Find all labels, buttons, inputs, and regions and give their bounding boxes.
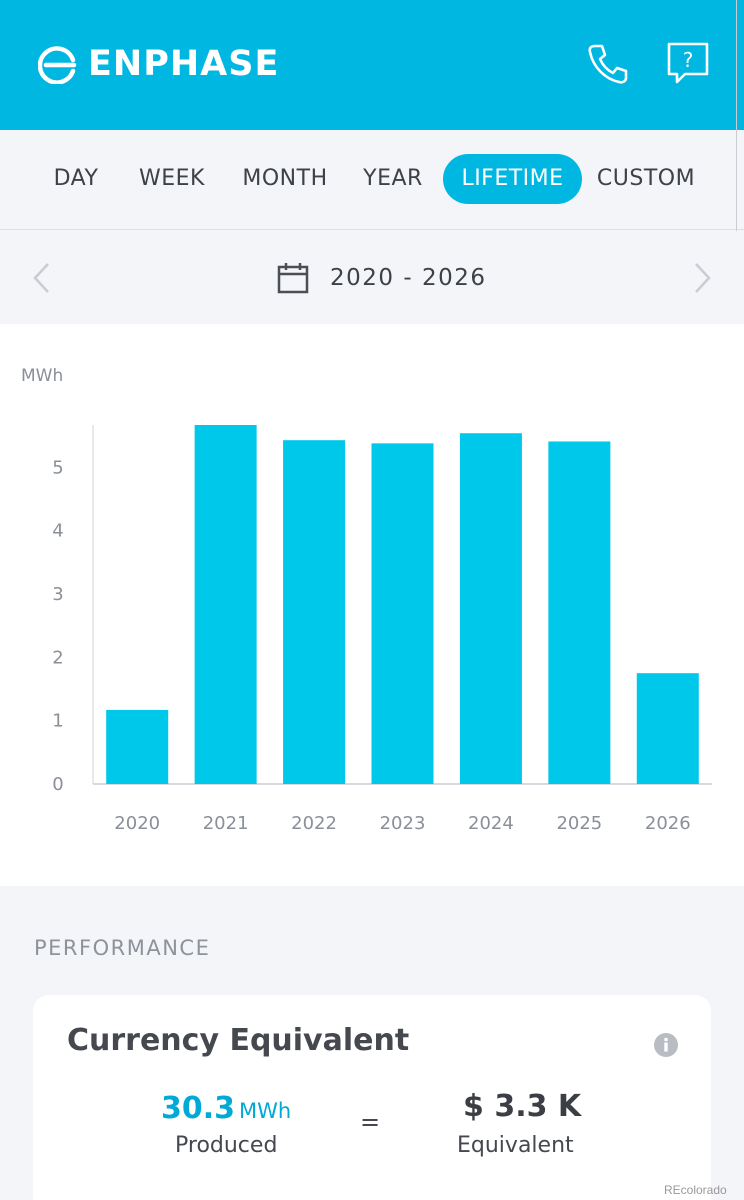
production-chart: MWh 0 1 2 3 4 5 2020 2021 2022 2023 2024 2025 2026 <box>0 324 744 886</box>
chevron-right-icon[interactable] <box>690 261 714 295</box>
x-tick-label: 2024 <box>468 813 514 834</box>
equals-sign: = <box>360 1108 381 1136</box>
x-tick-label: 2023 <box>380 813 426 834</box>
y-tick-label: 3 <box>52 584 63 605</box>
brand-name: ENPHASE <box>88 44 280 84</box>
produced-unit: MWh <box>239 1099 292 1123</box>
performance-section-label: PERFORMANCE <box>34 936 211 960</box>
y-tick-label: 2 <box>52 647 63 668</box>
date-navigation: 2020 - 2026 <box>0 231 744 324</box>
tab-year[interactable]: YEAR <box>357 154 429 204</box>
calendar-icon[interactable] <box>276 261 310 295</box>
x-tick-label: 2021 <box>203 813 249 834</box>
produced-number: 30.3 <box>161 1091 236 1126</box>
watermark: REcolorado <box>664 1183 727 1197</box>
bar-2025[interactable] <box>548 441 611 784</box>
tab-day[interactable]: DAY <box>46 154 106 204</box>
enphase-logo-mark-icon <box>38 46 77 84</box>
y-tick-label: 1 <box>52 711 63 732</box>
phone-icon[interactable] <box>584 40 630 86</box>
bar-chart: MWh 0 1 2 3 4 5 2020 2021 2022 2023 2024 2025 2026 <box>21 366 712 834</box>
tab-month[interactable]: MONTH <box>240 154 330 204</box>
enphase-logo: ENPHASE <box>38 44 279 84</box>
scroll-edge <box>736 0 744 270</box>
currency-equivalent-card: Currency Equivalent 30.3 MWh Produced = $… <box>33 995 711 1200</box>
tab-week[interactable]: WEEK <box>133 154 211 204</box>
equivalent-value: $ 3.3 K <box>463 1089 582 1124</box>
tab-custom[interactable]: CUSTOM <box>596 154 696 204</box>
bar-2023[interactable] <box>371 443 434 784</box>
date-range-label[interactable]: 2020 - 2026 <box>330 261 487 295</box>
app-header: ENPHASE ? <box>0 0 744 130</box>
info-icon[interactable] <box>653 1032 679 1058</box>
help-icon[interactable]: ? <box>665 40 711 86</box>
x-tick-label: 2025 <box>556 813 602 834</box>
tab-lifetime[interactable]: LIFETIME <box>443 154 582 204</box>
x-tick-label: 2022 <box>291 813 337 834</box>
bar-2024[interactable] <box>459 433 522 784</box>
equivalent-label: Equivalent <box>457 1133 574 1158</box>
y-tick-label: 0 <box>52 774 63 795</box>
y-tick-label: 4 <box>52 521 63 542</box>
produced-label: Produced <box>175 1133 278 1158</box>
chevron-left-icon[interactable] <box>30 261 54 295</box>
y-tick-label: 5 <box>52 457 63 478</box>
produced-value: 30.3 MWh <box>161 1091 291 1127</box>
x-tick-label: 2026 <box>645 813 691 834</box>
bar-2026[interactable] <box>636 673 699 784</box>
period-tabs: DAY WEEK MONTH YEAR LIFETIME CUSTOM <box>0 130 744 230</box>
y-axis-label: MWh <box>21 366 63 386</box>
bar-2020[interactable] <box>106 709 169 784</box>
card-title: Currency Equivalent <box>67 1023 410 1058</box>
svg-text:?: ? <box>683 48 694 72</box>
bar-2021[interactable] <box>194 425 257 784</box>
x-tick-label: 2020 <box>114 813 160 834</box>
bar-2022[interactable] <box>283 440 346 784</box>
